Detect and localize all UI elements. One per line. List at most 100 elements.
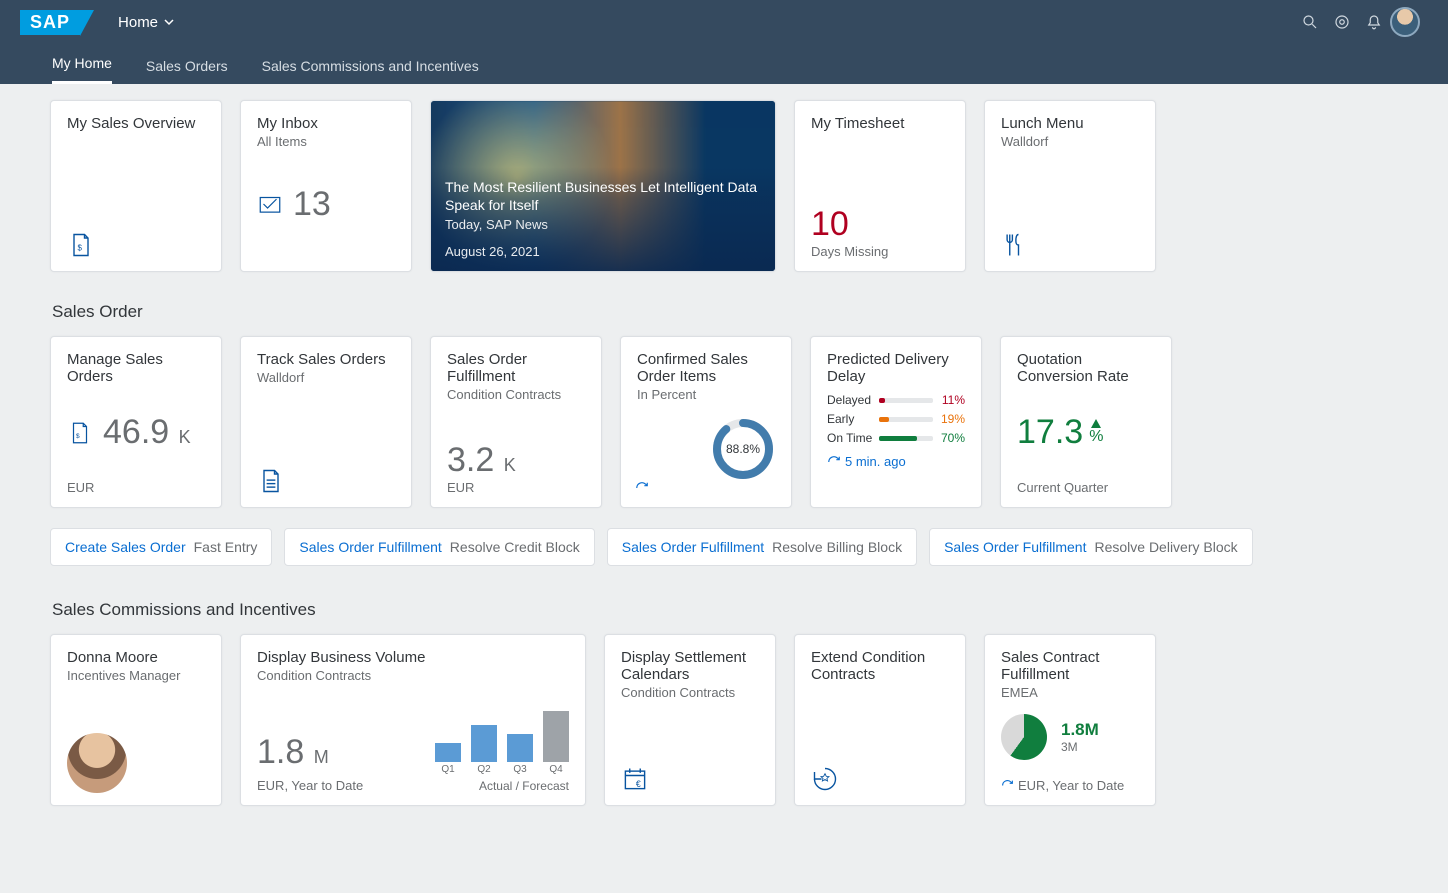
tile-track-sales-orders[interactable]: Track Sales Orders Walldorf bbox=[240, 336, 412, 508]
tile-subtitle: Walldorf bbox=[1001, 134, 1139, 149]
contract-v1: 1.8M bbox=[1061, 720, 1099, 740]
predicted-rows: Delayed11% Early19% On Time70% bbox=[827, 393, 965, 450]
tile-footer: Current Quarter bbox=[1017, 480, 1155, 495]
tab-my-home[interactable]: My Home bbox=[52, 55, 112, 84]
tile-title: Display Settlement Calendars bbox=[621, 649, 759, 683]
tile-predicted-delay[interactable]: Predicted Delivery Delay Delayed11% Early… bbox=[810, 336, 982, 508]
tile-subtitle: Condition Contracts bbox=[621, 685, 759, 700]
spreadsheet-icon bbox=[257, 467, 285, 495]
news-source: Today, SAP News bbox=[445, 217, 761, 232]
volume-bar-chart: Q1Q2Q3Q4 bbox=[435, 713, 569, 775]
bar: Q3 bbox=[507, 734, 533, 775]
donut-chart: 88.8% bbox=[711, 417, 775, 481]
tile-subtitle: Condition Contracts bbox=[257, 668, 569, 683]
predicted-row: On Time70% bbox=[827, 431, 965, 445]
bar: Q4 bbox=[543, 711, 569, 775]
tile-title: My Timesheet bbox=[811, 115, 949, 132]
tile-subtitle: Walldorf bbox=[257, 370, 395, 385]
tile-confirmed-items[interactable]: Confirmed Sales Order Items In Percent 8… bbox=[620, 336, 792, 508]
tile-title: Predicted Delivery Delay bbox=[827, 351, 965, 385]
donut-label: 88.8% bbox=[711, 417, 775, 481]
chevron-down-icon bbox=[164, 17, 174, 27]
cutlery-icon bbox=[1001, 231, 1029, 259]
timesheet-days: 10 bbox=[811, 205, 849, 244]
tile-title: Quotation Conversion Rate bbox=[1017, 351, 1155, 385]
tile-news[interactable]: The Most Resilient Businesses Let Intell… bbox=[430, 100, 776, 272]
sap-logo[interactable]: SAP bbox=[20, 10, 80, 35]
section-title-sales-order: Sales Order bbox=[52, 302, 1398, 322]
search-icon[interactable] bbox=[1294, 6, 1326, 38]
tile-quotation-rate[interactable]: Quotation Conversion Rate 17.3 % Current… bbox=[1000, 336, 1172, 508]
tile-subtitle: Condition Contracts bbox=[447, 387, 585, 402]
calendar-euro-icon: € bbox=[621, 765, 649, 793]
pie-chart bbox=[1001, 714, 1047, 760]
svg-text:$: $ bbox=[76, 432, 80, 439]
document-money-icon: $ bbox=[67, 231, 95, 259]
quick-link[interactable]: Sales Order FulfillmentResolve Delivery … bbox=[929, 528, 1253, 566]
tile-title: Sales Order Fulfillment bbox=[447, 351, 585, 385]
quick-link[interactable]: Sales Order FulfillmentResolve Billing B… bbox=[607, 528, 917, 566]
refresh-icon[interactable] bbox=[635, 481, 649, 495]
tile-title: My Inbox bbox=[257, 115, 395, 132]
tile-subtitle: All Items bbox=[257, 134, 395, 149]
notification-icon[interactable] bbox=[1358, 6, 1390, 38]
tile-footer: EUR bbox=[447, 480, 585, 495]
page-title-dropdown[interactable]: Home bbox=[118, 14, 174, 31]
quick-link[interactable]: Sales Order FulfillmentResolve Credit Bl… bbox=[284, 528, 594, 566]
tile-my-inbox[interactable]: My Inbox All Items 13 bbox=[240, 100, 412, 272]
page-title-text: Home bbox=[118, 14, 158, 31]
predicted-row: Delayed11% bbox=[827, 393, 965, 407]
tile-sales-order-fulfillment[interactable]: Sales Order Fulfillment Condition Contra… bbox=[430, 336, 602, 508]
tile-subtitle: In Percent bbox=[637, 387, 775, 402]
tile-person[interactable]: Donna Moore Incentives Manager bbox=[50, 634, 222, 806]
nav-tabs: My Home Sales Orders Sales Commissions a… bbox=[0, 44, 1448, 84]
tile-title: Confirmed Sales Order Items bbox=[637, 351, 775, 385]
user-avatar[interactable] bbox=[1390, 7, 1420, 37]
inbox-count: 13 bbox=[293, 185, 331, 224]
content-area: My Sales Overview $ My Inbox All Items 1… bbox=[0, 84, 1448, 893]
top-tile-row: My Sales Overview $ My Inbox All Items 1… bbox=[50, 100, 1398, 272]
quick-link-row: Create Sales OrderFast Entry Sales Order … bbox=[50, 528, 1398, 566]
tile-my-timesheet[interactable]: My Timesheet 10 Days Missing bbox=[794, 100, 966, 272]
tile-sales-contract-fulfillment[interactable]: Sales Contract Fulfillment EMEA 1.8M 3M … bbox=[984, 634, 1156, 806]
svg-text:€: € bbox=[636, 779, 641, 789]
refresh-icon[interactable] bbox=[1001, 779, 1014, 792]
tile-title: My Sales Overview bbox=[67, 115, 205, 132]
copilot-icon[interactable] bbox=[1326, 6, 1358, 38]
shell-header: SAP Home bbox=[0, 0, 1448, 44]
tile-settlement-calendars[interactable]: Display Settlement Calendars Condition C… bbox=[604, 634, 776, 806]
tile-footer: EUR, Year to Date bbox=[1001, 778, 1139, 793]
inbox-check-icon bbox=[257, 191, 283, 217]
sales-doc-icon: $ bbox=[67, 420, 93, 446]
quick-link[interactable]: Create Sales OrderFast Entry bbox=[50, 528, 272, 566]
contract-v2: 3M bbox=[1061, 740, 1099, 754]
bar: Q1 bbox=[435, 743, 461, 775]
tab-sales-orders[interactable]: Sales Orders bbox=[146, 58, 228, 84]
favorite-action-icon bbox=[811, 765, 839, 793]
tile-extend-contracts[interactable]: Extend Condition Contracts bbox=[794, 634, 966, 806]
tile-footer: EUR bbox=[67, 480, 205, 495]
tile-business-volume[interactable]: Display Business Volume Condition Contra… bbox=[240, 634, 586, 806]
kpi-value: 1.8 M bbox=[257, 733, 329, 771]
news-headline: The Most Resilient Businesses Let Intell… bbox=[445, 179, 761, 214]
refresh-icon bbox=[827, 455, 841, 469]
kpi-value: 46.9 K bbox=[103, 413, 191, 452]
person-role: Incentives Manager bbox=[67, 668, 205, 683]
tile-title: Track Sales Orders bbox=[257, 351, 395, 368]
person-avatar bbox=[67, 733, 127, 793]
news-date: August 26, 2021 bbox=[445, 244, 761, 259]
chart-legend: Actual / Forecast bbox=[435, 779, 569, 793]
predicted-row: Early19% bbox=[827, 412, 965, 426]
tile-subtitle: EMEA bbox=[1001, 685, 1139, 700]
tile-footer: Days Missing bbox=[811, 244, 949, 259]
refresh-time[interactable]: 5 min. ago bbox=[827, 454, 965, 469]
tile-lunch-menu[interactable]: Lunch Menu Walldorf bbox=[984, 100, 1156, 272]
tile-manage-sales-orders[interactable]: Manage Sales Orders $ 46.9 K EUR bbox=[50, 336, 222, 508]
section-title-commissions: Sales Commissions and Incentives bbox=[52, 600, 1398, 620]
person-name: Donna Moore bbox=[67, 649, 205, 666]
commissions-row: Donna Moore Incentives Manager Display B… bbox=[50, 634, 1398, 806]
kpi-value: 3.2 K bbox=[447, 441, 516, 480]
tile-title: Extend Condition Contracts bbox=[811, 649, 949, 683]
tab-commissions[interactable]: Sales Commissions and Incentives bbox=[262, 58, 479, 84]
tile-my-sales-overview[interactable]: My Sales Overview $ bbox=[50, 100, 222, 272]
